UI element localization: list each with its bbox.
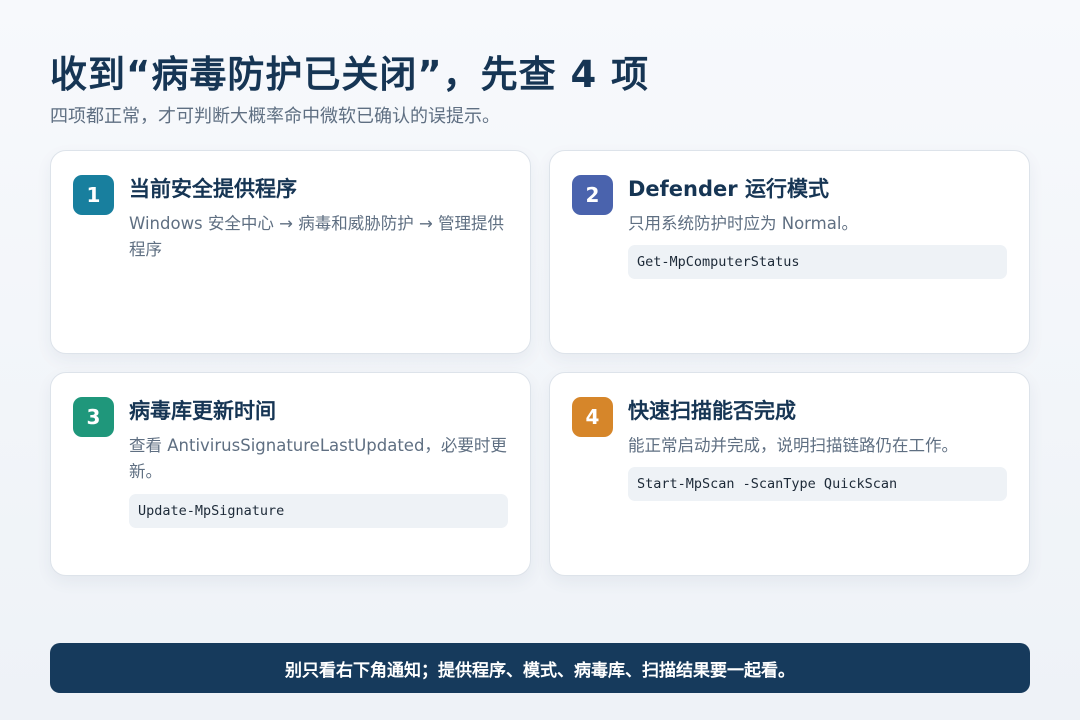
card-description: Windows 安全中心 → 病毒和威胁防护 → 管理提供程序 bbox=[129, 214, 505, 259]
command-code-block[interactable]: Update-MpSignature bbox=[129, 494, 508, 528]
card-title: 当前安全提供程序 bbox=[129, 177, 297, 201]
card-title: 快速扫描能否完成 bbox=[628, 399, 796, 423]
check-card-provider: 1 当前安全提供程序 Windows 安全中心 → 病毒和威胁防护 → 管理提供… bbox=[50, 150, 531, 354]
summary-banner: 别只看右下角通知；提供程序、模式、病毒库、扫描结果要一起看。 bbox=[50, 643, 1030, 693]
page-subtitle: 四项都正常，才可判断大概率命中微软已确认的误提示。 bbox=[50, 106, 500, 127]
card-title: Defender 运行模式 bbox=[628, 177, 829, 201]
card-description: 查看 AntivirusSignatureLastUpdated，必要时更新。 bbox=[129, 436, 507, 481]
command-code-block[interactable]: Get-MpComputerStatus bbox=[628, 245, 1007, 279]
step-number-badge: 2 bbox=[572, 175, 613, 215]
check-card-signature: 3 病毒库更新时间 查看 AntivirusSignatureLastUpdat… bbox=[50, 372, 531, 576]
page-title: 收到“病毒防护已关闭”，先查 4 项 bbox=[50, 53, 650, 96]
command-code-block[interactable]: Start-MpScan -ScanType QuickScan bbox=[628, 467, 1007, 501]
step-number-badge: 4 bbox=[572, 397, 613, 437]
card-description: 只用系统防护时应为 Normal。 bbox=[628, 214, 858, 233]
check-card-mode: 2 Defender 运行模式 只用系统防护时应为 Normal。 Get-Mp… bbox=[549, 150, 1030, 354]
card-title: 病毒库更新时间 bbox=[129, 399, 276, 423]
check-card-scan: 4 快速扫描能否完成 能正常启动并完成，说明扫描链路仍在工作。 Start-Mp… bbox=[549, 372, 1030, 576]
card-description: 能正常启动并完成，说明扫描链路仍在工作。 bbox=[628, 436, 958, 455]
step-number-badge: 3 bbox=[73, 397, 114, 437]
step-number-badge: 1 bbox=[73, 175, 114, 215]
